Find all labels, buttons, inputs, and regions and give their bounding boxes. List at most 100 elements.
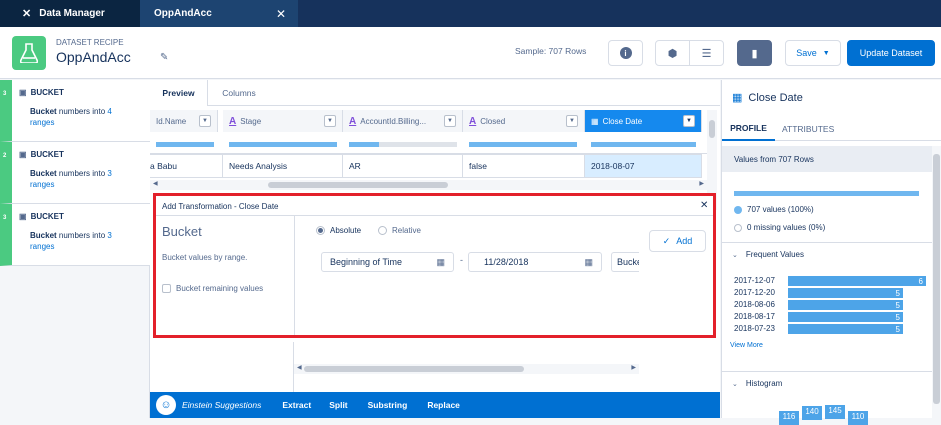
radio-absolute[interactable]: Absolute (316, 226, 361, 235)
frequent-value-bar[interactable]: 5 (788, 300, 903, 311)
calendar-icon[interactable]: ▦ (584, 257, 593, 268)
table-cell[interactable]: Needs Analysis (223, 154, 343, 178)
column-profile-panel: ▦ Close Date PROFILE ATTRIBUTES Values f… (721, 80, 941, 425)
column-header[interactable]: A AccountId.Billing... ▼ (343, 110, 463, 132)
tab-data-manager[interactable]: ✕ Data Manager (0, 0, 140, 27)
filter-list-button[interactable]: ☰ (689, 40, 724, 66)
update-dataset-button[interactable]: Update Dataset (847, 40, 935, 66)
values-from-label: Values from 707 Rows (734, 154, 814, 164)
scrollbar-horizontal[interactable]: ◀ ▶ (150, 180, 707, 190)
add-node-button[interactable]: ⬢ (655, 40, 690, 66)
step-number: 3 (3, 215, 7, 221)
dot-icon (734, 205, 742, 214)
frequent-value-bar[interactable]: 6 (788, 276, 926, 287)
calendar-icon: ▦ (591, 116, 599, 126)
tab-columns[interactable]: Columns (208, 80, 270, 106)
frequent-value-label: 2018-08-17 (734, 312, 775, 321)
bucket-name-input[interactable]: Bucke (611, 252, 639, 272)
tab-label: PROFILE (730, 123, 767, 133)
table-cell[interactable]: AR (343, 154, 463, 178)
valid-values-legend: 707 values (100%) (734, 205, 814, 214)
calendar-icon[interactable]: ▦ (436, 257, 445, 268)
chevron-down-icon[interactable]: ▼ (444, 115, 456, 127)
step-card[interactable]: 3 ▣ BUCKET Bucket numbers into 3 ranges (0, 204, 150, 266)
table-cell[interactable]: false (463, 154, 585, 178)
chevron-down-icon[interactable]: ▼ (566, 115, 578, 127)
scrollbar-vertical[interactable] (932, 146, 941, 418)
histogram-bar-label: 145 (825, 405, 845, 419)
frequent-value-bar[interactable]: 5 (788, 324, 903, 335)
column-label: Stage (240, 116, 262, 126)
add-label: Add (676, 236, 693, 246)
panel-title: Add Transformation - Close Date (162, 202, 279, 211)
checkbox-label: Bucket remaining values (176, 284, 264, 293)
step-card[interactable]: 3 ▣ BUCKET Bucket numbers into 4 ranges (0, 80, 150, 142)
info-button[interactable]: i (608, 40, 643, 66)
radio-label: Relative (392, 226, 421, 235)
frequent-value-bar[interactable]: 5 (788, 312, 903, 323)
step-card[interactable]: 2 ▣ BUCKET Bucket numbers into 3 ranges (0, 142, 150, 204)
add-button[interactable]: ✓ Add (649, 230, 706, 252)
suggestion-replace[interactable]: Replace (427, 400, 460, 410)
frequent-value-label: 2017-12-07 (734, 276, 775, 285)
save-label: Save (796, 48, 817, 58)
suggestion-substring[interactable]: Substring (368, 400, 408, 410)
chevron-down-icon[interactable]: ▼ (199, 115, 211, 127)
radio-relative[interactable]: Relative (378, 226, 421, 235)
close-icon[interactable]: ✕ (700, 200, 708, 211)
histogram-toggle[interactable]: ⌄ Histogram (732, 379, 782, 388)
step-description: Bucket numbers into 3 ranges (30, 231, 112, 251)
column-header[interactable]: Id.Name ▼ (150, 110, 218, 132)
chevron-down-icon: ▼ (822, 49, 830, 57)
panel-toggle-button[interactable]: ▮ (737, 40, 772, 66)
distribution-bar (469, 142, 577, 147)
view-more-link[interactable]: View More (730, 342, 763, 349)
scrollbar-horizontal[interactable]: ◀ ▶ (294, 364, 639, 374)
range-end-value: 11/28/2018 (484, 257, 529, 267)
frequent-value-label: 2018-07-23 (734, 324, 775, 333)
bucket-icon: ▣ (19, 88, 27, 97)
checkbox-box[interactable] (162, 284, 171, 293)
column-header-selected[interactable]: ▦ Close Date ▼ (585, 110, 702, 132)
frequent-values-toggle[interactable]: ⌄ Frequent Values (732, 250, 804, 259)
column-header[interactable]: A Closed ▼ (463, 110, 585, 132)
chevron-down-icon: ⌄ (732, 251, 738, 259)
distribution-bar (229, 142, 337, 147)
bucket-name-value: Bucke (617, 257, 639, 267)
radio-label: Absolute (330, 226, 362, 235)
bucket-icon: ▣ (19, 150, 27, 159)
table-cell[interactable]: а Babu (150, 154, 223, 178)
range-end-input[interactable]: 11/28/2018 ▦ (468, 252, 602, 272)
range-start-input[interactable]: Beginning of Time ▦ (321, 252, 454, 272)
suggestion-extract[interactable]: Extract (282, 400, 311, 410)
tab-attributes[interactable]: ATTRIBUTES (782, 117, 842, 141)
info-icon: i (619, 47, 632, 59)
sample-rows: Sample: 707 Rows (515, 46, 587, 56)
bucket-remaining-checkbox[interactable]: Bucket remaining values (162, 284, 263, 293)
tools-icon: ✕ (22, 8, 32, 20)
step-number: 3 (3, 91, 7, 97)
text-type-icon: A (469, 115, 477, 127)
chevron-down-icon[interactable]: ▼ (683, 115, 695, 127)
tab-profile[interactable]: PROFILE (722, 117, 775, 141)
tab-label: Data Manager (39, 8, 105, 19)
tab-label: OppAndAcc (154, 8, 212, 19)
save-button[interactable]: Save ▼ (785, 40, 841, 66)
tab-preview[interactable]: Preview (150, 80, 208, 106)
missing-values-legend: 0 missing values (0%) (734, 223, 825, 232)
column-header[interactable]: A Stage ▼ (223, 110, 343, 132)
pencil-icon[interactable]: ✎ (160, 52, 168, 63)
table-cell-selected[interactable]: 2018-08-07 (585, 154, 702, 178)
radio-selected-icon (316, 226, 325, 235)
chevron-down-icon[interactable]: ▼ (324, 115, 336, 127)
frequent-value-bar[interactable]: 5 (788, 288, 903, 299)
distribution-bar (156, 142, 214, 147)
step-title: BUCKET (30, 88, 64, 97)
close-icon[interactable]: ✕ (276, 7, 286, 21)
column-label: AccountId.Billing... (360, 116, 427, 126)
tab-recipe[interactable]: OppAndAcc ✕ (140, 0, 298, 27)
column-label: Close Date (602, 116, 643, 126)
update-label: Update Dataset (859, 48, 923, 58)
suggestion-split[interactable]: Split (329, 400, 347, 410)
section-divider (722, 371, 932, 372)
